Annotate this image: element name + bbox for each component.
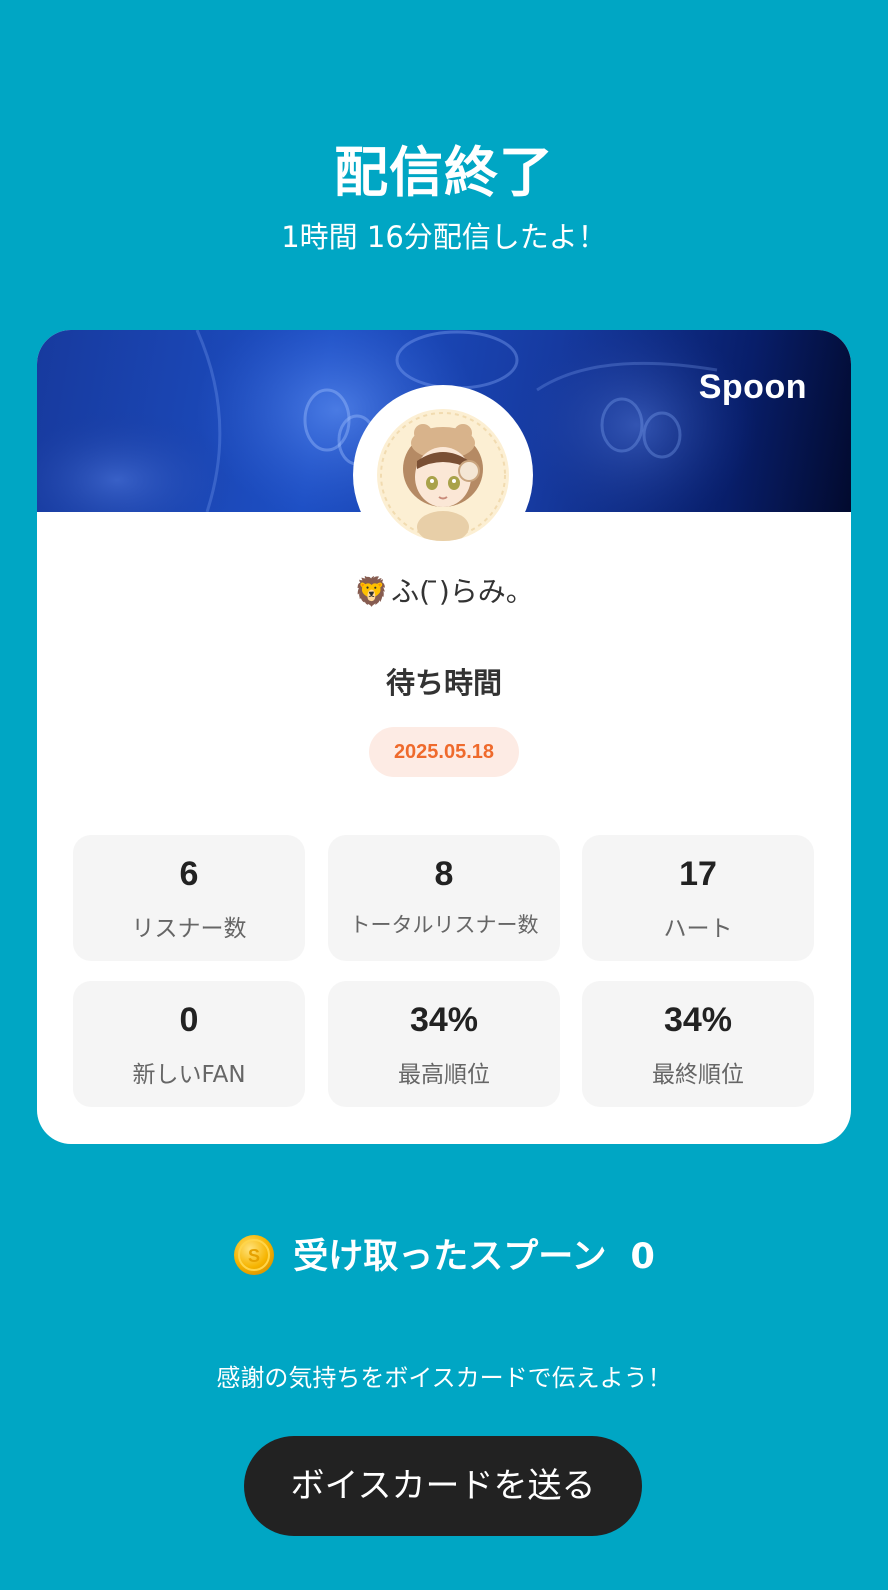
stat-value: 34% [409, 1001, 479, 1039]
stat-new-fans: 0 新しいFAN [73, 981, 305, 1107]
broadcast-end-screen: 配信終了 1時間 16分配信したよ！ Spoon 🦁ふ(̄)らみ。 待ち時間 … [0, 0, 888, 1590]
page-title: 配信終了 [334, 141, 554, 204]
chibi-avatar-icon [380, 412, 506, 541]
received-spoons-label: 受け取ったスプーン [293, 1237, 607, 1277]
stat-value: 0 [179, 1001, 199, 1039]
username-text: ふ( ̄)らみ。 [391, 575, 534, 608]
stat-final-rank: 34% 最終順位 [582, 981, 814, 1107]
spoon-logo: Spoon [698, 368, 807, 406]
stat-label: 最終順位 [652, 1062, 744, 1088]
stat-value: 6 [179, 855, 199, 893]
voice-card-prompt: 感謝の気持ちをボイスカードで伝えよう！ [216, 1364, 672, 1392]
stat-label: リスナー数 [131, 916, 247, 942]
broadcast-duration: 1時間 16分配信したよ！ [281, 220, 607, 254]
stat-label: トータルリスナー数 [349, 913, 539, 937]
stat-best-rank: 34% 最高順位 [328, 981, 560, 1107]
username: 🦁ふ( ̄)らみ。 [37, 570, 851, 610]
stat-hearts: 17 ハート [582, 835, 814, 961]
stat-label: 最高順位 [398, 1062, 490, 1088]
svg-text:S: S [248, 1246, 260, 1266]
card-heading: 待ち時間 [385, 666, 502, 700]
avatar [353, 385, 533, 565]
summary-card: Spoon 🦁ふ(̄)らみ。 待ち時間 2025.05.18 6 リスナー数 … [37, 330, 851, 1144]
avatar-image [377, 409, 509, 541]
date-badge: 2025.05.18 [369, 727, 519, 777]
coin-icon: S [234, 1235, 275, 1275]
stat-value: 8 [434, 855, 454, 893]
stat-value: 34% [663, 1001, 733, 1039]
stat-total-listeners: 8 トータルリスナー数 [328, 835, 560, 961]
received-spoons-count: 0 [630, 1237, 655, 1277]
stat-listeners: 6 リスナー数 [73, 835, 305, 961]
stat-value: 17 [679, 855, 717, 893]
received-spoons: S 受け取ったスプーン 0 [0, 1228, 888, 1279]
stat-label: ハート [663, 916, 733, 942]
send-voice-card-button[interactable]: ボイスカードを送る [244, 1436, 642, 1536]
lion-icon: 🦁 [354, 575, 390, 608]
stat-label: 新しいFAN [132, 1062, 246, 1088]
